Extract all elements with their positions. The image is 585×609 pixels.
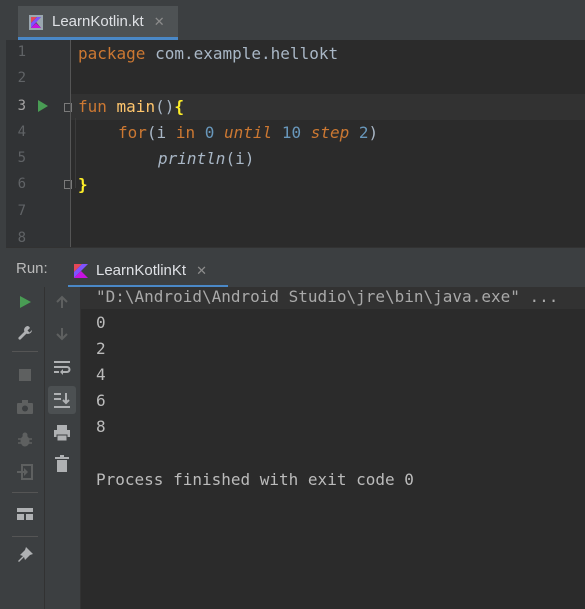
run-panel-header: Run: LearnKotlinKt ✕: [6, 247, 585, 288]
line-number: 2: [17, 70, 26, 86]
output-line: 2: [96, 339, 106, 358]
run-tab-label: LearnKotlinKt: [96, 262, 187, 279]
number: 2: [358, 123, 369, 142]
number: 0: [204, 123, 215, 142]
line-number: 1: [17, 44, 26, 60]
code-text: (i): [225, 149, 255, 168]
run-label: Run:: [16, 260, 48, 277]
soft-wrap-icon[interactable]: [50, 355, 74, 379]
line-number: 8: [17, 230, 26, 246]
camera-icon[interactable]: [13, 395, 37, 419]
command-line: "D:\Android\Android Studio\jre\bin\java.…: [96, 287, 559, 306]
brace: {: [174, 97, 184, 116]
keyword: until: [224, 123, 273, 142]
keyword: step: [310, 123, 350, 142]
code-line-4: for(i in 0 until 10 step 2): [118, 120, 378, 146]
line-number: 5: [17, 150, 26, 166]
separator: [12, 536, 38, 537]
code-text: (i: [146, 123, 176, 142]
line-number: 4: [17, 124, 26, 140]
kotlin-file-icon: [28, 13, 46, 31]
pin-icon[interactable]: [13, 543, 37, 567]
line-number: 3: [17, 98, 26, 114]
keyword: package: [78, 44, 146, 63]
run-toolbar-primary: [6, 287, 45, 609]
run-toolbar-secondary: [45, 287, 81, 609]
number: 10: [281, 123, 302, 142]
exit-icon[interactable]: [13, 460, 37, 484]
trash-icon[interactable]: [50, 452, 74, 476]
separator: [12, 492, 38, 493]
keyword: fun: [78, 97, 107, 116]
line-number: 7: [17, 203, 26, 219]
process-finished-line: Process finished with exit code 0: [96, 470, 414, 489]
gutter-divider: [70, 40, 71, 247]
console-output[interactable]: "D:\Android\Android Studio\jre\bin\java.…: [81, 287, 585, 609]
tab-learnkotlin-kt[interactable]: LearnKotlin.kt ✕: [18, 6, 178, 40]
code-line-3: fun main(){: [78, 94, 184, 120]
scroll-to-end-icon[interactable]: [48, 386, 76, 414]
parens: (): [155, 97, 175, 116]
layout-icon[interactable]: [13, 502, 37, 526]
close-tab-icon[interactable]: ✕: [154, 14, 165, 30]
run-icon[interactable]: [13, 290, 37, 314]
output-line: 6: [96, 391, 106, 410]
down-arrow-icon[interactable]: [50, 322, 74, 346]
keyword: in: [175, 123, 196, 142]
code-line-1: package com.example.hellokt: [78, 41, 338, 67]
function-call: println: [158, 149, 226, 168]
tab-label: LearnKotlin.kt: [52, 13, 144, 30]
function-name: main: [106, 97, 156, 116]
tab-learnkotlinkt[interactable]: LearnKotlinKt ✕: [68, 256, 228, 288]
wrench-icon[interactable]: [13, 321, 37, 345]
print-icon[interactable]: [50, 421, 74, 445]
code-line-5: println(i): [158, 146, 254, 172]
debug-icon[interactable]: [13, 428, 37, 452]
keyword: for: [118, 123, 147, 142]
stop-icon[interactable]: [13, 363, 37, 387]
output-line: 8: [96, 417, 106, 436]
run-gutter-icon[interactable]: [38, 100, 48, 112]
up-arrow-icon[interactable]: [50, 290, 74, 314]
kotlin-file-icon: [72, 262, 90, 280]
output-line: 4: [96, 365, 106, 384]
code-text: ): [368, 123, 379, 142]
close-tab-icon[interactable]: ✕: [196, 263, 207, 279]
output-line: 0: [96, 313, 106, 332]
editor-tab-bar: LearnKotlin.kt ✕: [6, 0, 585, 41]
package-name: com.example.hellokt: [145, 44, 339, 63]
code-line-6: }: [78, 172, 88, 198]
gutter: 1 2 3 4 5 6 7 8: [6, 40, 72, 247]
code-editor[interactable]: 1 2 3 4 5 6 7 8 package com.example.hell…: [6, 40, 585, 247]
line-number: 6: [17, 176, 26, 192]
separator: [12, 351, 38, 352]
indent-guide: [75, 118, 76, 188]
brace: }: [78, 175, 88, 194]
